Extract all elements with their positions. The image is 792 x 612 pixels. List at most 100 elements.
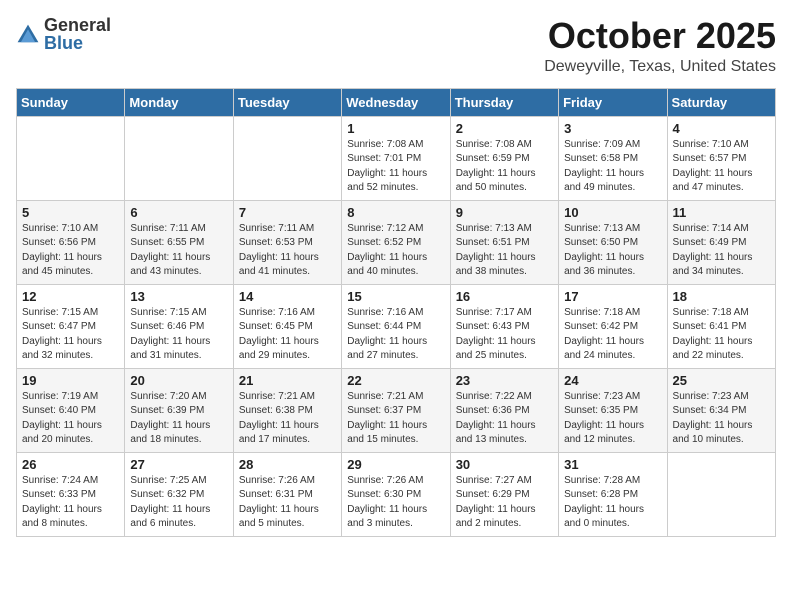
page-title: October 2025 xyxy=(544,16,776,56)
day-number: 25 xyxy=(673,373,770,388)
calendar-cell: 5 Sunrise: 7:10 AM Sunset: 6:56 PM Daylig… xyxy=(17,200,125,284)
page-subtitle: Deweyville, Texas, United States xyxy=(544,58,776,76)
day-number: 11 xyxy=(673,205,770,220)
calendar-row: 5 Sunrise: 7:10 AM Sunset: 6:56 PM Daylig… xyxy=(17,200,776,284)
calendar-cell: 11 Sunrise: 7:14 AM Sunset: 6:49 PM Dayli… xyxy=(667,200,775,284)
day-number: 17 xyxy=(564,289,661,304)
calendar-cell: 21Sunrise: 7:21 AM Sunset: 6:38 PM Dayli… xyxy=(233,368,341,452)
day-info: Sunrise: 7:24 AM Sunset: 6:33 PM Dayligh… xyxy=(22,474,119,532)
day-info: Sunrise: 7:10 AM Sunset: 6:57 PM Dayligh… xyxy=(673,138,770,196)
calendar-cell xyxy=(233,116,341,200)
calendar-cell: 15 Sunrise: 7:16 AM Sunset: 6:44 PM Dayli… xyxy=(342,284,450,368)
calendar-cell: 26 Sunrise: 7:24 AM Sunset: 6:33 PM Dayli… xyxy=(17,452,125,536)
day-number: 29 xyxy=(347,457,444,472)
day-info: Sunrise: 7:17 AM Sunset: 6:43 PM Dayligh… xyxy=(456,306,553,364)
day-info: Sunrise: 7:22 AM Sunset: 6:36 PM Dayligh… xyxy=(456,390,553,448)
day-number: 28 xyxy=(239,457,336,472)
day-number: 8 xyxy=(347,205,444,220)
day-info: Sunrise: 7:08 AM Sunset: 7:01 PM Dayligh… xyxy=(347,138,444,196)
day-number: 19 xyxy=(22,373,119,388)
day-number: 3 xyxy=(564,121,661,136)
day-info: Sunrise: 7:18 AM Sunset: 6:42 PM Dayligh… xyxy=(564,306,661,364)
day-number: 9 xyxy=(456,205,553,220)
calendar-cell: 2 Sunrise: 7:08 AM Sunset: 6:59 PM Daylig… xyxy=(450,116,558,200)
day-number: 18 xyxy=(673,289,770,304)
page-header: General Blue October 2025 Deweyville, Te… xyxy=(16,16,776,76)
calendar-header: SundayMondayTuesdayWednesdayThursdayFrid… xyxy=(17,88,776,116)
day-info: Sunrise: 7:13 AM Sunset: 6:51 PM Dayligh… xyxy=(456,222,553,280)
calendar-cell: 7 Sunrise: 7:11 AM Sunset: 6:53 PM Daylig… xyxy=(233,200,341,284)
day-info: Sunrise: 7:16 AM Sunset: 6:44 PM Dayligh… xyxy=(347,306,444,364)
calendar-cell: 31Sunrise: 7:28 AM Sunset: 6:28 PM Dayli… xyxy=(559,452,667,536)
calendar-cell: 29 Sunrise: 7:26 AM Sunset: 6:30 PM Dayli… xyxy=(342,452,450,536)
calendar-cell: 4 Sunrise: 7:10 AM Sunset: 6:57 PM Daylig… xyxy=(667,116,775,200)
day-info: Sunrise: 7:11 AM Sunset: 6:55 PM Dayligh… xyxy=(130,222,227,280)
day-info: Sunrise: 7:12 AM Sunset: 6:52 PM Dayligh… xyxy=(347,222,444,280)
day-number: 4 xyxy=(673,121,770,136)
day-info: Sunrise: 7:15 AM Sunset: 6:46 PM Dayligh… xyxy=(130,306,227,364)
day-number: 24 xyxy=(564,373,661,388)
calendar-cell: 30 Sunrise: 7:27 AM Sunset: 6:29 PM Dayli… xyxy=(450,452,558,536)
calendar-row: 26 Sunrise: 7:24 AM Sunset: 6:33 PM Dayli… xyxy=(17,452,776,536)
calendar-cell: 19 Sunrise: 7:19 AM Sunset: 6:40 PM Dayli… xyxy=(17,368,125,452)
day-info: Sunrise: 7:19 AM Sunset: 6:40 PM Dayligh… xyxy=(22,390,119,448)
day-info: Sunrise: 7:20 AM Sunset: 6:39 PM Dayligh… xyxy=(130,390,227,448)
header-cell-saturday: Saturday xyxy=(667,88,775,116)
header-cell-friday: Friday xyxy=(559,88,667,116)
calendar-cell: 12Sunrise: 7:15 AM Sunset: 6:47 PM Dayli… xyxy=(17,284,125,368)
day-number: 21 xyxy=(239,373,336,388)
calendar-cell: 8 Sunrise: 7:12 AM Sunset: 6:52 PM Daylig… xyxy=(342,200,450,284)
day-info: Sunrise: 7:23 AM Sunset: 6:34 PM Dayligh… xyxy=(673,390,770,448)
day-info: Sunrise: 7:25 AM Sunset: 6:32 PM Dayligh… xyxy=(130,474,227,532)
day-number: 22 xyxy=(347,373,444,388)
calendar-cell: 24Sunrise: 7:23 AM Sunset: 6:35 PM Dayli… xyxy=(559,368,667,452)
day-info: Sunrise: 7:13 AM Sunset: 6:50 PM Dayligh… xyxy=(564,222,661,280)
calendar-cell: 23 Sunrise: 7:22 AM Sunset: 6:36 PM Dayli… xyxy=(450,368,558,452)
day-info: Sunrise: 7:27 AM Sunset: 6:29 PM Dayligh… xyxy=(456,474,553,532)
calendar-cell: 10 Sunrise: 7:13 AM Sunset: 6:50 PM Dayli… xyxy=(559,200,667,284)
calendar-row: 1 Sunrise: 7:08 AM Sunset: 7:01 PM Daylig… xyxy=(17,116,776,200)
day-number: 27 xyxy=(130,457,227,472)
day-info: Sunrise: 7:26 AM Sunset: 6:30 PM Dayligh… xyxy=(347,474,444,532)
calendar-cell: 3 Sunrise: 7:09 AM Sunset: 6:58 PM Daylig… xyxy=(559,116,667,200)
calendar-cell: 6 Sunrise: 7:11 AM Sunset: 6:55 PM Daylig… xyxy=(125,200,233,284)
day-number: 30 xyxy=(456,457,553,472)
day-number: 7 xyxy=(239,205,336,220)
calendar-cell: 18Sunrise: 7:18 AM Sunset: 6:41 PM Dayli… xyxy=(667,284,775,368)
header-cell-tuesday: Tuesday xyxy=(233,88,341,116)
day-number: 16 xyxy=(456,289,553,304)
day-info: Sunrise: 7:14 AM Sunset: 6:49 PM Dayligh… xyxy=(673,222,770,280)
day-number: 12 xyxy=(22,289,119,304)
calendar-cell: 17 Sunrise: 7:18 AM Sunset: 6:42 PM Dayli… xyxy=(559,284,667,368)
day-number: 2 xyxy=(456,121,553,136)
calendar-row: 12Sunrise: 7:15 AM Sunset: 6:47 PM Dayli… xyxy=(17,284,776,368)
day-info: Sunrise: 7:09 AM Sunset: 6:58 PM Dayligh… xyxy=(564,138,661,196)
header-cell-thursday: Thursday xyxy=(450,88,558,116)
header-cell-monday: Monday xyxy=(125,88,233,116)
calendar-cell: 28Sunrise: 7:26 AM Sunset: 6:31 PM Dayli… xyxy=(233,452,341,536)
day-number: 14 xyxy=(239,289,336,304)
calendar-cell xyxy=(17,116,125,200)
day-number: 23 xyxy=(456,373,553,388)
calendar-row: 19 Sunrise: 7:19 AM Sunset: 6:40 PM Dayli… xyxy=(17,368,776,452)
header-row: SundayMondayTuesdayWednesdayThursdayFrid… xyxy=(17,88,776,116)
day-number: 5 xyxy=(22,205,119,220)
day-number: 1 xyxy=(347,121,444,136)
logo-icon xyxy=(16,23,40,47)
day-number: 26 xyxy=(22,457,119,472)
calendar-cell: 25 Sunrise: 7:23 AM Sunset: 6:34 PM Dayli… xyxy=(667,368,775,452)
day-info: Sunrise: 7:10 AM Sunset: 6:56 PM Dayligh… xyxy=(22,222,119,280)
title-block: October 2025 Deweyville, Texas, United S… xyxy=(544,16,776,76)
day-number: 20 xyxy=(130,373,227,388)
calendar-cell: 20 Sunrise: 7:20 AM Sunset: 6:39 PM Dayli… xyxy=(125,368,233,452)
calendar-cell: 16 Sunrise: 7:17 AM Sunset: 6:43 PM Dayli… xyxy=(450,284,558,368)
day-number: 10 xyxy=(564,205,661,220)
day-info: Sunrise: 7:11 AM Sunset: 6:53 PM Dayligh… xyxy=(239,222,336,280)
calendar-table: SundayMondayTuesdayWednesdayThursdayFrid… xyxy=(16,88,776,537)
calendar-body: 1 Sunrise: 7:08 AM Sunset: 7:01 PM Daylig… xyxy=(17,116,776,536)
day-number: 15 xyxy=(347,289,444,304)
day-info: Sunrise: 7:16 AM Sunset: 6:45 PM Dayligh… xyxy=(239,306,336,364)
day-info: Sunrise: 7:08 AM Sunset: 6:59 PM Dayligh… xyxy=(456,138,553,196)
day-number: 6 xyxy=(130,205,227,220)
calendar-cell xyxy=(125,116,233,200)
